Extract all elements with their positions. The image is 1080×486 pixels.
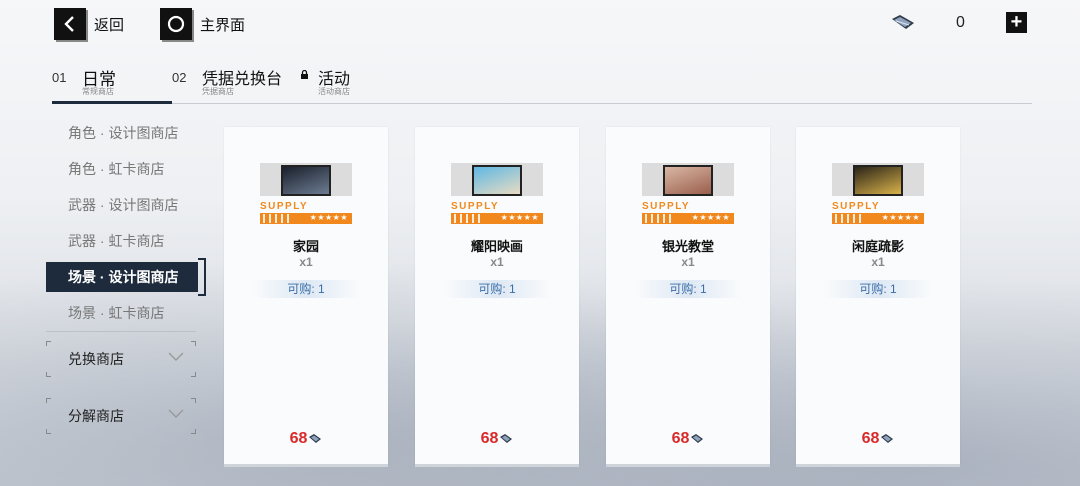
item-thumbnail bbox=[472, 165, 522, 196]
rarity-band: ★★★★★ bbox=[451, 213, 543, 224]
expander-exchange-shop[interactable]: 兑换商店 bbox=[46, 341, 196, 377]
sidebar-item-scene-blueprint[interactable]: 场景 · 设计图商店 bbox=[46, 258, 206, 296]
rarity-stars: ★★★★★ bbox=[500, 213, 539, 222]
gem-icon bbox=[881, 433, 894, 443]
tab-subtitle: 常规商店 bbox=[82, 87, 114, 96]
purchase-limit: 可购: 1 bbox=[824, 280, 932, 298]
item-name: 家园 bbox=[292, 239, 319, 254]
rarity-stars: ★★★★★ bbox=[309, 213, 348, 222]
item-quantity: x1 bbox=[681, 255, 695, 269]
supply-label: SUPPLY bbox=[832, 201, 881, 212]
item-image-frame bbox=[451, 163, 543, 196]
active-bracket bbox=[198, 258, 206, 296]
item-thumbnail bbox=[853, 165, 903, 196]
sidebar-item-label: 场景 · 虹卡商店 bbox=[68, 305, 165, 321]
back-button[interactable]: 返回 bbox=[54, 8, 124, 40]
tab-subtitle: 活动商店 bbox=[318, 87, 350, 96]
item-price: 68 bbox=[415, 430, 579, 448]
expander-label: 兑换商店 bbox=[68, 351, 124, 367]
tab-number: 02 bbox=[172, 70, 187, 85]
rarity-stars: ★★★★★ bbox=[881, 213, 920, 222]
rarity-band: ★★★★★ bbox=[642, 213, 734, 224]
rarity-band: ★★★★★ bbox=[832, 213, 924, 224]
purchase-limit: 可购: 1 bbox=[443, 280, 551, 298]
sidebar-item-label: 武器 · 设计图商店 bbox=[68, 197, 179, 213]
expander-label: 分解商店 bbox=[68, 408, 124, 424]
supply-label: SUPPLY bbox=[451, 201, 500, 212]
item-price: 68 bbox=[224, 430, 388, 448]
shop-item-card[interactable]: SUPPLY ★★★★★ 闲庭疏影 x1 可购: 1 68 bbox=[796, 127, 960, 467]
plus-icon: + bbox=[1010, 11, 1023, 33]
sidebar-item-character-blueprint[interactable]: 角色 · 设计图商店 bbox=[46, 118, 198, 148]
tab-number: 01 bbox=[52, 70, 67, 85]
chevron-down-icon bbox=[168, 409, 184, 418]
home-label: 主界面 bbox=[200, 16, 246, 34]
shop-item-card[interactable]: SUPPLY ★★★★★ 银光教堂 x1 可购: 1 68 bbox=[606, 127, 770, 467]
shop-item-card[interactable]: SUPPLY ★★★★★ 耀阳映画 x1 可购: 1 68 bbox=[415, 127, 579, 467]
item-thumbnail bbox=[281, 165, 331, 196]
rarity-stars: ★★★★★ bbox=[691, 213, 730, 222]
tab-event[interactable]: 活动 活动商店 bbox=[300, 64, 400, 104]
category-tabs: 01 日常 常规商店 02 凭据兑换台 凭据商店 活动 活动商店 bbox=[52, 64, 1032, 104]
item-quantity: x1 bbox=[299, 255, 313, 269]
lock-icon bbox=[301, 70, 308, 79]
gem-icon bbox=[500, 433, 513, 443]
sidebar-item-label: 武器 · 虹卡商店 bbox=[68, 233, 165, 249]
gem-icon bbox=[892, 15, 914, 29]
gem-icon bbox=[309, 433, 322, 443]
supply-label: SUPPLY bbox=[260, 201, 309, 212]
purchase-limit: 可购: 1 bbox=[634, 280, 742, 298]
currency-display: 0 + bbox=[890, 10, 1028, 36]
item-image-frame bbox=[260, 163, 352, 196]
sidebar-item-character-rainbow[interactable]: 角色 · 虹卡商店 bbox=[46, 154, 198, 184]
item-price: 68 bbox=[796, 430, 960, 448]
tab-subtitle: 凭据商店 bbox=[202, 87, 234, 96]
price-value: 68 bbox=[861, 430, 880, 447]
item-name: 银光教堂 bbox=[661, 239, 714, 254]
chevron-left-icon bbox=[54, 8, 86, 40]
tab-daily[interactable]: 01 日常 常规商店 bbox=[52, 64, 172, 104]
supply-label: SUPPLY bbox=[642, 201, 691, 212]
sidebar-item-weapon-blueprint[interactable]: 武器 · 设计图商店 bbox=[46, 190, 198, 220]
sidebar-item-scene-rainbow[interactable]: 场景 · 虹卡商店 bbox=[46, 298, 198, 328]
sidebar-item-label: 角色 · 虹卡商店 bbox=[68, 161, 165, 177]
tab-voucher-exchange[interactable]: 02 凭据兑换台 凭据商店 bbox=[172, 64, 302, 104]
item-quantity: x1 bbox=[490, 255, 504, 269]
add-currency-button[interactable]: + bbox=[1006, 12, 1027, 33]
price-value: 68 bbox=[671, 430, 690, 447]
purchase-limit: 可购: 1 bbox=[252, 280, 360, 298]
back-label: 返回 bbox=[94, 16, 125, 34]
sidebar-divider bbox=[46, 331, 196, 332]
expander-decompose-shop[interactable]: 分解商店 bbox=[46, 398, 196, 434]
item-name: 闲庭疏影 bbox=[851, 239, 904, 254]
price-value: 68 bbox=[480, 430, 499, 447]
sidebar-item-label: 场景 · 设计图商店 bbox=[68, 269, 179, 285]
circle-icon bbox=[160, 8, 192, 40]
item-image-frame bbox=[642, 163, 734, 196]
item-name: 耀阳映画 bbox=[470, 239, 523, 254]
item-thumbnail bbox=[663, 165, 713, 196]
item-price: 68 bbox=[606, 430, 770, 448]
gem-icon bbox=[691, 433, 704, 443]
shop-item-card[interactable]: SUPPLY ★★★★★ 家园 x1 可购: 1 68 bbox=[224, 127, 388, 467]
rarity-band: ★★★★★ bbox=[260, 213, 352, 224]
price-value: 68 bbox=[289, 430, 308, 447]
home-button[interactable]: 主界面 bbox=[160, 8, 245, 40]
sidebar-item-weapon-rainbow[interactable]: 武器 · 虹卡商店 bbox=[46, 226, 198, 256]
currency-amount: 0 bbox=[956, 14, 965, 31]
item-image-frame bbox=[832, 163, 924, 196]
chevron-down-icon bbox=[168, 352, 184, 361]
item-quantity: x1 bbox=[871, 255, 885, 269]
sidebar-item-label: 角色 · 设计图商店 bbox=[68, 125, 179, 141]
